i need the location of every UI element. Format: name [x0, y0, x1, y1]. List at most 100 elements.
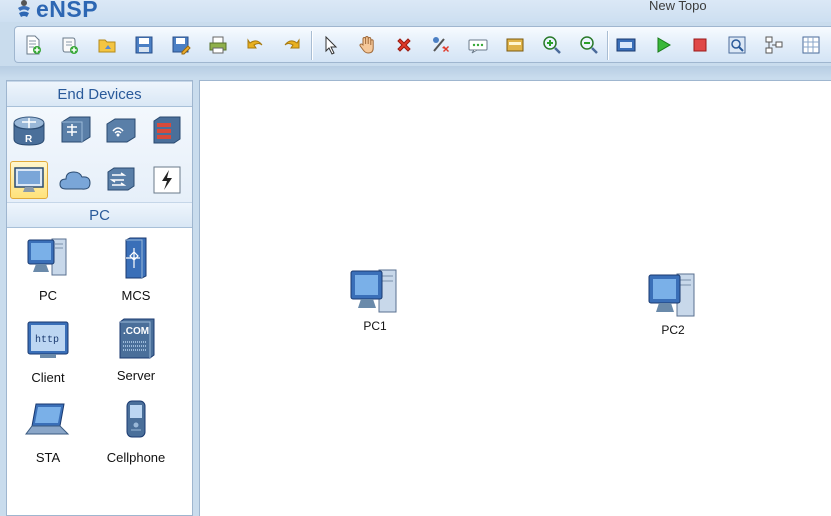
undo-icon: [247, 38, 263, 49]
device-label: Cellphone: [106, 450, 166, 465]
save-button[interactable]: [132, 33, 156, 57]
zoom-in-button[interactable]: [540, 33, 564, 57]
topology-icon: [765, 36, 783, 54]
save-as-button[interactable]: [169, 33, 193, 57]
category-cloud[interactable]: [56, 161, 94, 199]
save-as-icon: [172, 36, 191, 55]
hub-icon: [107, 167, 135, 191]
category-switch[interactable]: [56, 112, 94, 150]
pc-icon: [648, 273, 695, 317]
palette-button[interactable]: [503, 33, 527, 57]
node-pc1[interactable]: PC1: [345, 266, 405, 333]
start-button[interactable]: [651, 33, 675, 57]
title-bar: eNSP New Topo: [0, 0, 831, 22]
zoom-in-icon: [543, 36, 561, 54]
fit-view-icon: [616, 38, 636, 52]
category-end-devices[interactable]: [10, 161, 48, 199]
main-toolbar: [14, 26, 831, 63]
device-label: Server: [116, 368, 156, 383]
zoom-out-icon: [580, 36, 598, 54]
svg-text:R: R: [25, 134, 33, 145]
open-folder-icon: [98, 39, 116, 53]
device-panel: End Devices R PC PC MCS http Client .COM…: [6, 80, 193, 516]
device-mcs[interactable]: MCS: [96, 236, 176, 303]
device-label: Client: [31, 370, 65, 385]
toolbar-separator: [311, 31, 313, 60]
ensp-logo-icon: [18, 0, 30, 17]
mcs-server-icon: [125, 237, 147, 279]
category-connections[interactable]: [148, 161, 186, 199]
app-logo: eNSP: [14, 0, 99, 22]
pc-icon: [27, 238, 67, 276]
delete-link-button[interactable]: [429, 33, 453, 57]
app-name: eNSP: [36, 0, 99, 22]
node-pc2[interactable]: PC2: [643, 270, 703, 337]
router-icon: R: [13, 116, 45, 146]
redo-icon: [284, 38, 300, 49]
open-button[interactable]: [95, 33, 119, 57]
device-sta[interactable]: STA: [8, 398, 88, 465]
topology-canvas[interactable]: PC1 PC2: [199, 80, 831, 516]
device-client[interactable]: http Client: [8, 318, 88, 385]
undo-button[interactable]: [243, 33, 267, 57]
svg-text:http: http: [35, 334, 59, 346]
delete-icon: [397, 38, 411, 52]
category-router[interactable]: R: [10, 112, 48, 150]
http-client-icon: http: [27, 321, 69, 358]
cloud-icon: [59, 171, 91, 190]
print-icon: [209, 36, 227, 54]
text-note-icon: [468, 39, 488, 54]
com-server-icon: .COM: [119, 318, 155, 359]
toolbar-separator: [607, 31, 609, 60]
fit-view-button[interactable]: [614, 33, 638, 57]
hand-icon: [359, 35, 374, 54]
save-icon: [135, 36, 153, 54]
print-button[interactable]: [206, 33, 230, 57]
node-label: PC1: [363, 319, 387, 333]
device-label: MCS: [121, 288, 151, 303]
laptop-icon: [25, 403, 70, 435]
cellphone-icon: [126, 400, 146, 438]
device-cellphone[interactable]: Cellphone: [96, 398, 176, 465]
pc-icon: [350, 269, 397, 313]
redo-button[interactable]: [280, 33, 304, 57]
stop-button[interactable]: [688, 33, 712, 57]
delete-link-icon: [433, 37, 449, 52]
device-pc[interactable]: PC: [8, 236, 88, 303]
grid-icon: [802, 36, 820, 54]
new-example-icon: [62, 37, 78, 54]
category-wlan[interactable]: [102, 112, 140, 150]
toolbar-strip: [0, 66, 831, 78]
topology-button[interactable]: [762, 33, 786, 57]
device-label: STA: [35, 450, 61, 465]
svg-text:.COM: .COM: [123, 326, 149, 337]
category-firewall[interactable]: [148, 112, 186, 150]
category-header: End Devices: [7, 81, 192, 107]
lightning-icon: [153, 166, 181, 194]
device-server[interactable]: .COM Server: [96, 316, 176, 383]
pointer-icon: [325, 35, 338, 55]
device-label: PC: [38, 288, 58, 303]
category-other-devices[interactable]: [102, 161, 140, 199]
category-grid: R: [7, 107, 192, 202]
firewall-icon: [153, 116, 181, 144]
grid-button[interactable]: [799, 33, 823, 57]
capture-icon: [728, 36, 746, 54]
select-button[interactable]: [318, 33, 342, 57]
pc-monitor-icon: [14, 167, 44, 192]
pan-button[interactable]: [355, 33, 379, 57]
device-list-header: PC: [7, 202, 192, 228]
delete-button[interactable]: [392, 33, 416, 57]
new-topology-button[interactable]: [21, 33, 45, 57]
switch-icon: [61, 116, 91, 143]
stop-icon: [693, 38, 707, 52]
text-note-button[interactable]: [466, 33, 490, 57]
node-label: PC2: [661, 323, 685, 337]
capture-button[interactable]: [725, 33, 749, 57]
zoom-out-button[interactable]: [577, 33, 601, 57]
new-file-icon: [26, 35, 41, 55]
wireless-icon: [106, 118, 136, 143]
play-icon: [657, 37, 671, 53]
new-example-button[interactable]: [58, 33, 82, 57]
palette-icon: [506, 38, 524, 52]
